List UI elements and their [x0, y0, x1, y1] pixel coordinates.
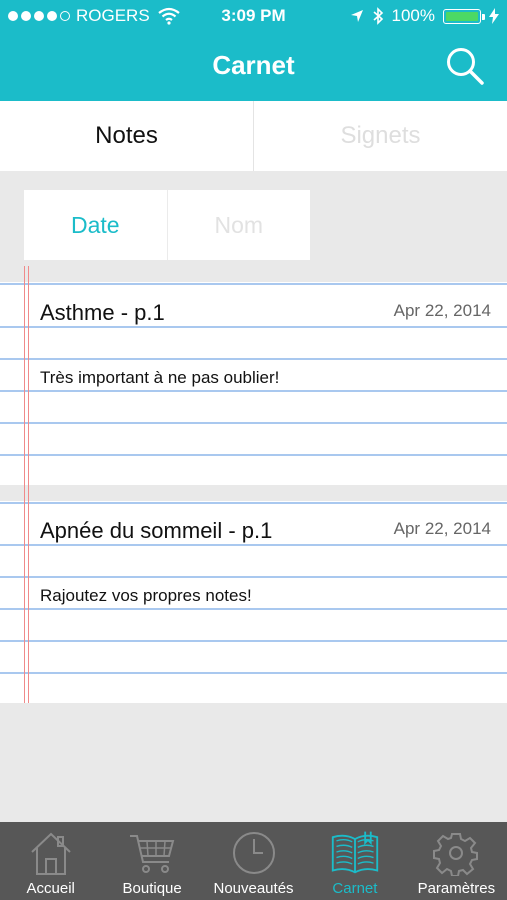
gear-icon: [433, 833, 479, 876]
tabbar-item-parametres[interactable]: Paramètres: [406, 822, 507, 900]
status-right: 100%: [350, 6, 499, 26]
home-icon: [31, 832, 71, 875]
bluetooth-icon: [372, 7, 383, 25]
battery-icon: [443, 8, 485, 24]
status-bar: ROGERS 3:09 PM 100%: [0, 4, 507, 30]
note-body: Très important à ne pas oublier!: [40, 368, 280, 387]
cart-icon: [130, 835, 175, 873]
tabbar-label: Accueil: [26, 880, 75, 897]
sort-by-date-button[interactable]: Date: [24, 190, 167, 260]
bottom-tab-bar: Accueil Boutique Nouveautés Carnet Param…: [0, 822, 507, 900]
tabbar-item-boutique[interactable]: Boutique: [101, 822, 202, 900]
tabbar-label: Boutique: [122, 880, 182, 897]
book-icon: [331, 831, 379, 874]
clock-icon: [232, 832, 275, 874]
charging-bolt-icon: [489, 8, 499, 24]
tab-signets[interactable]: Signets: [253, 101, 507, 171]
note-card[interactable]: Asthme - p.1 Apr 22, 2014 Très important…: [0, 282, 507, 485]
notebook-margin-line: [24, 266, 29, 282]
note-date: Apr 22, 2014: [393, 301, 491, 320]
note-card[interactable]: Apnée du sommeil - p.1 Apr 22, 2014 Rajo…: [0, 501, 507, 703]
page-title: Carnet: [212, 50, 295, 80]
note-title: Asthme - p.1: [40, 300, 165, 325]
tabbar-item-nouveautes[interactable]: Nouveautés: [203, 822, 304, 900]
tabbar-label: Paramètres: [417, 880, 496, 897]
search-icon[interactable]: [445, 46, 485, 86]
note-body: Rajoutez vos propres notes!: [40, 586, 252, 605]
notes-bookmarks-segmented-control: Notes Signets: [0, 101, 507, 171]
navigation-bar: ROGERS 3:09 PM 100% Carnet: [0, 0, 507, 101]
tab-notes[interactable]: Notes: [0, 101, 253, 171]
notebook-margin-line: [24, 282, 29, 485]
notebook-margin-line: [24, 501, 29, 703]
tabbar-item-accueil[interactable]: Accueil: [0, 822, 101, 900]
note-title: Apnée du sommeil - p.1: [40, 518, 273, 543]
sort-by-name-button[interactable]: Nom: [166, 190, 310, 260]
sort-segmented-control: Date Nom: [24, 190, 310, 260]
notebook-margin-line: [24, 485, 29, 501]
tabbar-label: Carnet: [332, 880, 378, 897]
note-date: Apr 22, 2014: [393, 519, 491, 538]
tabbar-item-carnet[interactable]: Carnet: [304, 822, 405, 900]
location-arrow-icon: [350, 10, 363, 22]
tabbar-label: Nouveautés: [213, 880, 294, 897]
battery-percent: 100%: [391, 6, 435, 25]
